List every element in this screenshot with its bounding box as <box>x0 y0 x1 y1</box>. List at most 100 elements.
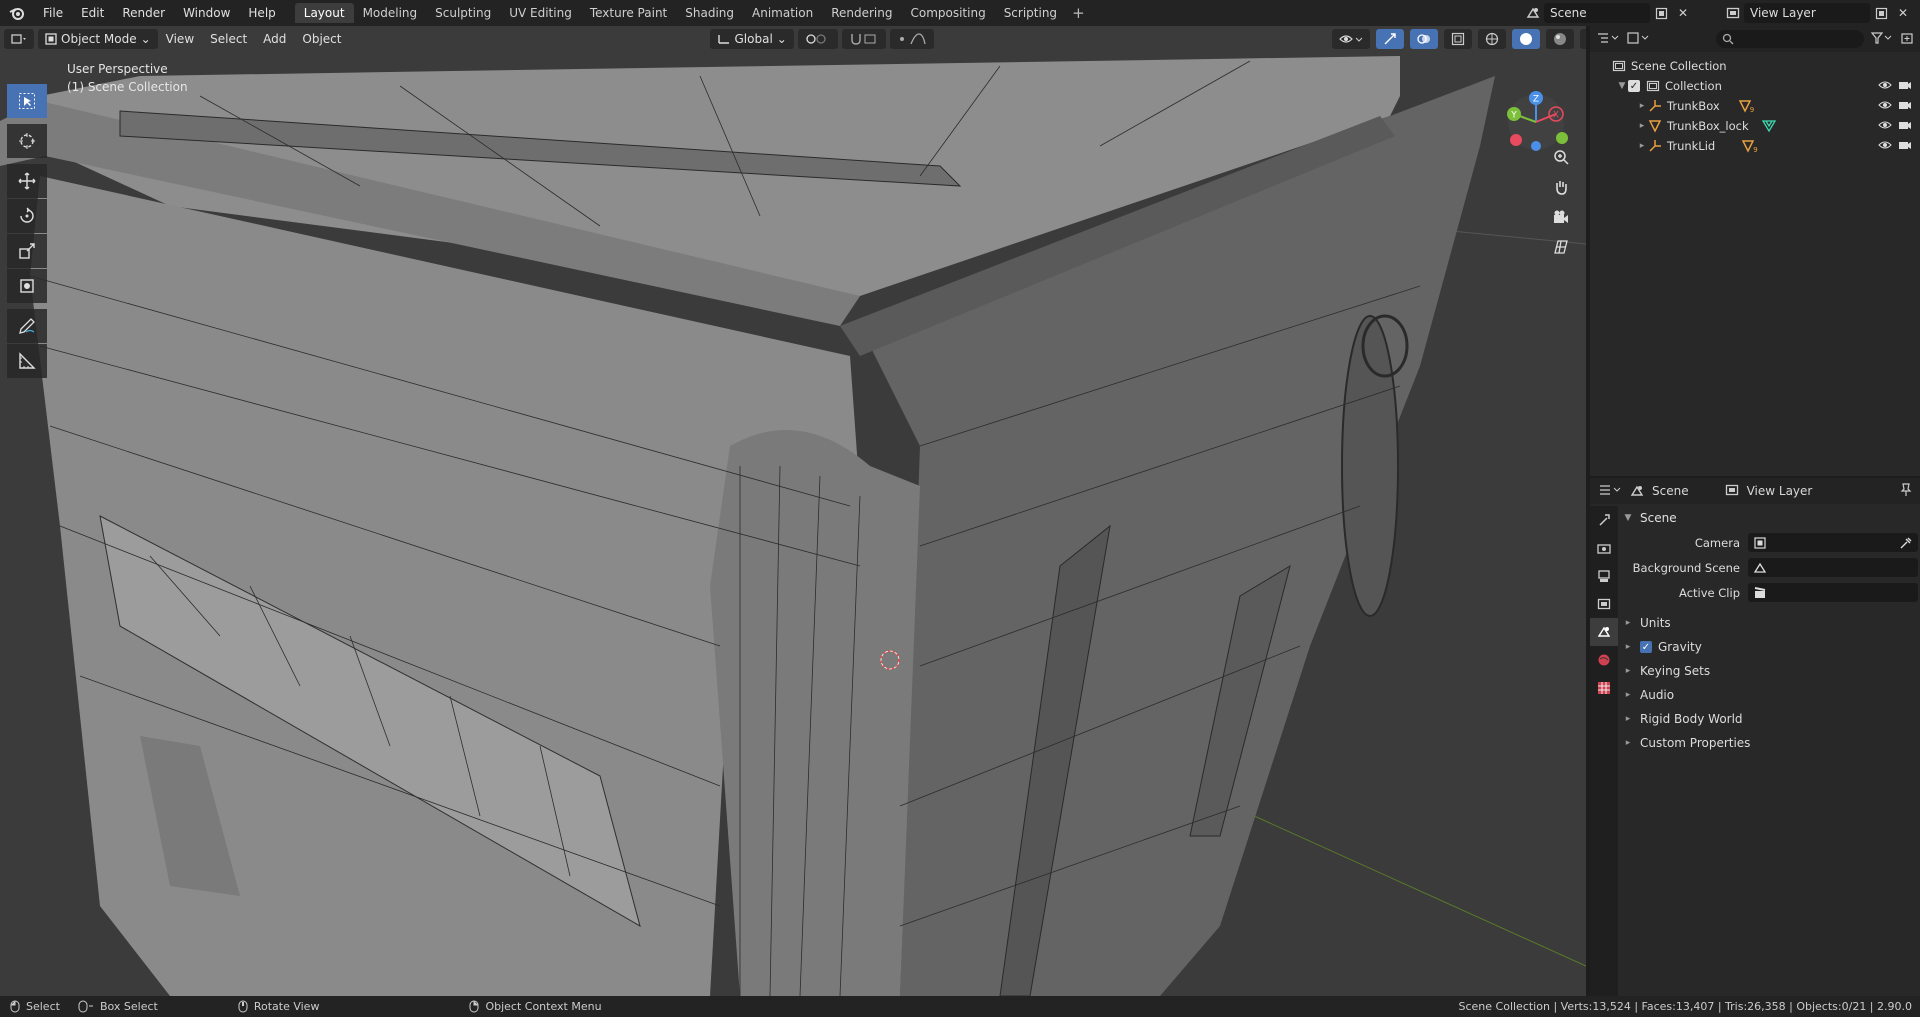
outliner-search-input[interactable] <box>1716 30 1864 48</box>
viewport-menu-object[interactable]: Object <box>294 29 349 49</box>
viewport-menu-select[interactable]: Select <box>202 29 255 49</box>
properties-editor-type-icon[interactable] <box>1598 483 1622 500</box>
keying-sets-panel[interactable]: ▸ Keying Sets <box>1622 659 1918 683</box>
tab-animation[interactable]: Animation <box>743 3 822 23</box>
audio-panel[interactable]: ▸ Audio <box>1622 683 1918 707</box>
tool-settings-tab-icon[interactable] <box>1590 506 1618 534</box>
view-layer-tab-icon[interactable] <box>1590 590 1618 618</box>
annotate-tool-icon[interactable] <box>7 309 47 343</box>
proportional-editing-button[interactable] <box>889 29 934 49</box>
outliner-object-row[interactable]: ▸ TrunkBox_lock <box>1590 116 1920 136</box>
menu-render[interactable]: Render <box>113 0 174 26</box>
outliner-editor-type-icon[interactable] <box>1596 31 1620 48</box>
camera-view-icon[interactable] <box>1548 204 1574 230</box>
object-mode-dropdown[interactable]: Object Mode ⌄ <box>38 29 158 49</box>
scene-selector[interactable]: Scene ✕ <box>1522 3 1694 23</box>
scene-name-field[interactable]: Scene <box>1544 3 1650 23</box>
rigid-body-world-panel[interactable]: ▸ Rigid Body World <box>1622 707 1918 731</box>
pin-icon[interactable] <box>1900 482 1912 500</box>
blender-logo-icon[interactable] <box>0 0 34 26</box>
tab-texture-paint[interactable]: Texture Paint <box>581 3 676 23</box>
shading-rendered-icon[interactable] <box>1580 29 1586 49</box>
pivot-point-button[interactable] <box>797 29 838 49</box>
tab-rendering[interactable]: Rendering <box>822 3 901 23</box>
overlays-toggle-icon[interactable] <box>1410 29 1438 49</box>
gravity-checkbox[interactable]: ✓ <box>1640 641 1652 653</box>
background-scene-field[interactable] <box>1748 558 1918 577</box>
transform-orientation-dropdown[interactable]: Global ⌄ <box>709 29 794 49</box>
new-collection-icon[interactable] <box>1900 31 1914 48</box>
3d-viewport[interactable]: Object Mode ⌄ View Select Add Object Glo… <box>0 26 1586 996</box>
tab-layout[interactable]: Layout <box>294 3 354 23</box>
camera-render-icon[interactable] <box>1898 139 1912 154</box>
delete-scene-icon[interactable]: ✕ <box>1672 3 1694 23</box>
expand-arrow-icon[interactable]: ▸ <box>1636 141 1648 151</box>
menu-window[interactable]: Window <box>174 0 239 26</box>
menu-edit[interactable]: Edit <box>72 0 113 26</box>
new-view-layer-icon[interactable] <box>1870 3 1892 23</box>
world-tab-icon[interactable] <box>1590 646 1618 674</box>
view-layer-selector[interactable]: View Layer ✕ <box>1722 3 1914 23</box>
shading-material-icon[interactable] <box>1546 29 1574 49</box>
active-clip-field[interactable] <box>1748 583 1918 602</box>
scale-tool-icon[interactable] <box>7 234 47 268</box>
shading-solid-icon[interactable] <box>1512 29 1540 49</box>
new-scene-icon[interactable] <box>1650 3 1672 23</box>
measure-tool-icon[interactable] <box>7 344 47 378</box>
visibility-icon[interactable] <box>1332 29 1370 49</box>
viewport-menu-add[interactable]: Add <box>255 29 294 49</box>
eye-visibility-icon[interactable] <box>1878 99 1892 114</box>
view-layer-name-field[interactable]: View Layer <box>1744 3 1870 23</box>
navigation-gizmo[interactable]: Z X Y <box>1500 64 1570 154</box>
texture-tab-icon[interactable] <box>1590 674 1618 702</box>
tab-uv-editing[interactable]: UV Editing <box>500 3 581 23</box>
outliner-object-row[interactable]: ▸ TrunkLid 9 <box>1590 136 1920 156</box>
eye-visibility-icon[interactable] <box>1878 139 1892 154</box>
move-tool-icon[interactable] <box>7 164 47 198</box>
xray-toggle-icon[interactable] <box>1444 29 1472 49</box>
snapping-button[interactable] <box>841 29 886 49</box>
expand-arrow-icon[interactable]: ▸ <box>1636 121 1648 131</box>
gravity-panel[interactable]: ▸ ✓ Gravity <box>1622 635 1918 659</box>
tab-sculpting[interactable]: Sculpting <box>426 3 500 23</box>
editor-type-button[interactable] <box>4 29 34 49</box>
camera-render-icon[interactable] <box>1898 79 1912 94</box>
camera-field[interactable] <box>1748 533 1918 552</box>
eye-visibility-icon[interactable] <box>1878 79 1892 94</box>
camera-render-icon[interactable] <box>1898 99 1912 114</box>
ortho-toggle-grid-icon[interactable] <box>1548 234 1574 260</box>
cursor-tool-icon[interactable] <box>7 124 47 158</box>
output-tab-icon[interactable] <box>1590 562 1618 590</box>
camera-render-icon[interactable] <box>1898 119 1912 134</box>
tab-modeling[interactable]: Modeling <box>354 3 427 23</box>
collapse-arrow-icon[interactable]: ▼ <box>1616 81 1628 91</box>
filter-funnel-icon[interactable] <box>1870 31 1894 48</box>
custom-properties-panel[interactable]: ▸ Custom Properties <box>1622 731 1918 755</box>
tab-scripting[interactable]: Scripting <box>995 3 1066 23</box>
tab-shading[interactable]: Shading <box>676 3 743 23</box>
zoom-view-icon[interactable] <box>1548 144 1574 170</box>
menu-file[interactable]: File <box>34 0 72 26</box>
pan-view-hand-icon[interactable] <box>1548 174 1574 200</box>
render-tab-icon[interactable] <box>1590 534 1618 562</box>
eyedropper-icon[interactable] <box>1900 537 1912 549</box>
tab-compositing[interactable]: Compositing <box>901 3 994 23</box>
collection-include-checkbox[interactable]: ✓ <box>1628 80 1640 92</box>
eye-visibility-icon[interactable] <box>1878 119 1892 134</box>
viewport-menu-view[interactable]: View <box>158 29 202 49</box>
expand-arrow-icon[interactable]: ▸ <box>1636 101 1648 111</box>
scene-tab-icon[interactable] <box>1590 618 1618 646</box>
display-mode-icon[interactable] <box>1626 31 1650 48</box>
outliner-object-row[interactable]: ▸ TrunkBox 9 <box>1590 96 1920 116</box>
outliner-scene-collection-row[interactable]: Scene Collection <box>1590 56 1920 76</box>
shading-wireframe-icon[interactable] <box>1478 29 1506 49</box>
units-panel[interactable]: ▸ Units <box>1622 611 1918 635</box>
transform-tool-icon[interactable] <box>7 269 47 303</box>
delete-view-layer-icon[interactable]: ✕ <box>1892 3 1914 23</box>
gizmo-toggle-icon[interactable] <box>1376 29 1404 49</box>
menu-help[interactable]: Help <box>239 0 284 26</box>
outliner-collection-row[interactable]: ▼ ✓ Collection <box>1590 76 1920 96</box>
rotate-tool-icon[interactable] <box>7 199 47 233</box>
select-box-tool-icon[interactable] <box>7 84 47 118</box>
add-workspace-icon[interactable]: + <box>1066 4 1091 22</box>
